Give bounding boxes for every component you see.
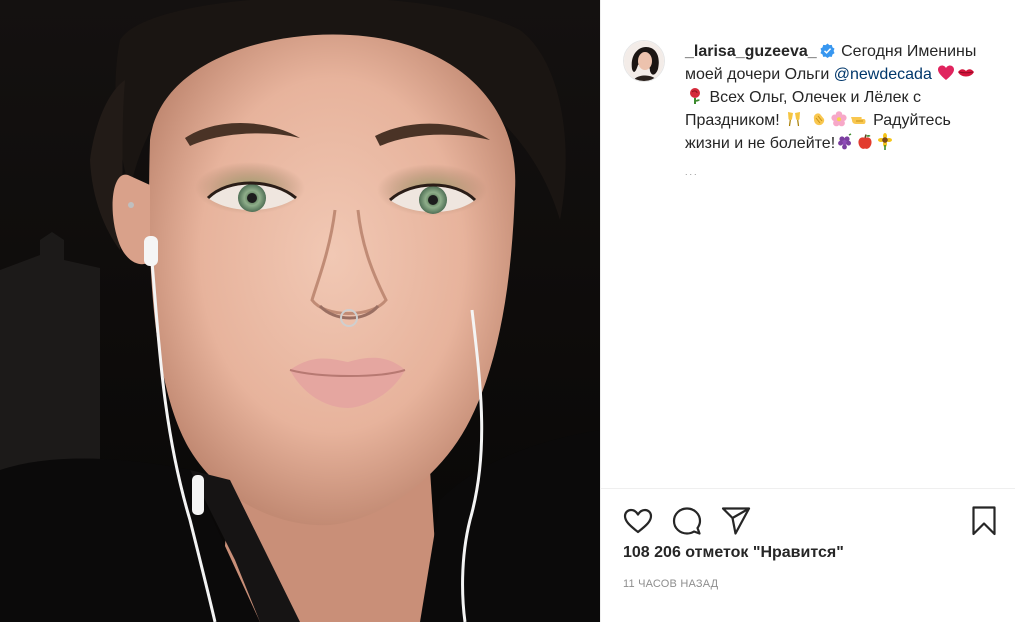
comment-bubble-icon — [672, 507, 702, 535]
action-bar — [601, 489, 1015, 551]
mention-link[interactable]: @newdecada — [834, 66, 932, 83]
grapes-emoji-icon — [836, 133, 854, 151]
author-username[interactable]: _larisa_guzeeva_ — [685, 43, 817, 60]
action-section — [601, 488, 1015, 551]
verified-badge-icon — [820, 43, 835, 58]
heart-outline-icon — [623, 508, 653, 534]
kiss-mark-emoji-icon — [957, 64, 975, 82]
caption-more-indicator: ... — [685, 167, 699, 177]
like-button[interactable] — [621, 504, 655, 538]
clapping-hands-emoji-icon — [810, 110, 828, 128]
heart-emoji-icon — [937, 64, 955, 82]
post-caption: _larisa_guzeeva_ Сегодня Именины моей до… — [685, 40, 985, 177]
author-avatar[interactable] — [623, 40, 665, 82]
caption-area: _larisa_guzeeva_ Сегодня Именины моей до… — [623, 40, 999, 177]
comment-button[interactable] — [670, 504, 704, 538]
cherry-blossom-emoji-icon — [830, 110, 848, 128]
post-photo[interactable] — [0, 0, 600, 622]
save-button[interactable] — [967, 504, 1001, 538]
clinking-glasses-emoji-icon — [785, 110, 803, 128]
backhand-index-emoji-icon — [850, 110, 868, 128]
share-button[interactable] — [719, 504, 753, 538]
post: _larisa_guzeeva_ Сегодня Именины моей до… — [0, 0, 1015, 622]
likes-count[interactable]: 108 206 отметок "Нравится" — [623, 544, 844, 562]
rose-emoji-icon — [686, 87, 704, 105]
post-timestamp[interactable]: 11 часов назад — [623, 578, 718, 590]
profile-avatar-icon — [624, 41, 664, 81]
post-details-panel: _larisa_guzeeva_ Сегодня Именины моей до… — [600, 0, 1015, 622]
sunflower-emoji-icon — [876, 133, 894, 151]
portrait-photo — [0, 0, 600, 622]
bookmark-icon — [972, 506, 996, 536]
apple-emoji-icon — [856, 133, 874, 151]
paper-plane-icon — [721, 507, 751, 535]
